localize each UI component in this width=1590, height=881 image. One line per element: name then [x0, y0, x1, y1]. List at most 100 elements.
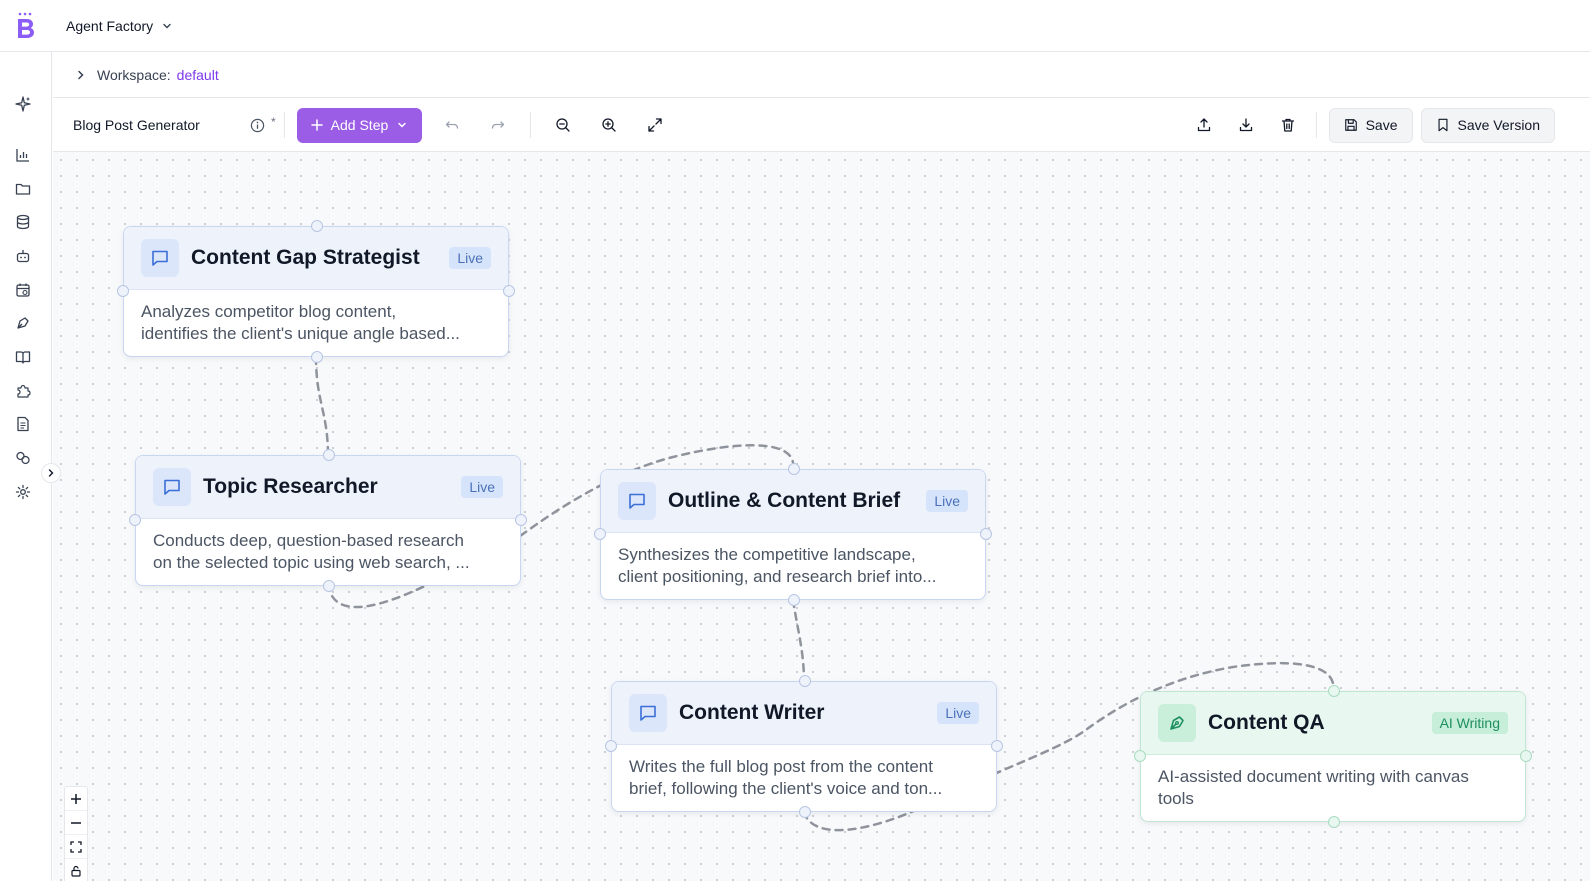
chat-icon: [618, 482, 656, 520]
divider: [1315, 112, 1317, 138]
status-badge: Live: [937, 702, 979, 724]
handle-bottom[interactable]: [323, 580, 335, 592]
handle-bottom[interactable]: [799, 806, 811, 818]
handle-left[interactable]: [1134, 750, 1146, 762]
fit-view-icon[interactable]: [641, 111, 669, 139]
puzzle-icon[interactable]: [14, 382, 32, 400]
node-content-writer[interactable]: Content Writer Live Writes the full blog…: [605, 675, 1003, 818]
type-badge: AI Writing: [1431, 712, 1508, 734]
logo[interactable]: [0, 0, 52, 52]
handle-top[interactable]: [323, 449, 335, 461]
description-line: Conducts deep, question-based research: [153, 531, 464, 550]
sparkles-icon[interactable]: [14, 95, 32, 113]
link-icon[interactable]: [14, 449, 32, 467]
handle-right[interactable]: [991, 740, 1003, 752]
handle-top[interactable]: [311, 220, 323, 232]
save-button[interactable]: Save: [1328, 107, 1413, 143]
node-topic-researcher[interactable]: Topic Researcher Live Conducts deep, que…: [129, 449, 527, 592]
pen-tool-icon[interactable]: [14, 314, 32, 332]
chevron-down-icon: [398, 122, 407, 128]
bot-icon[interactable]: [14, 247, 32, 265]
divider: [530, 112, 532, 138]
book-icon[interactable]: [14, 348, 32, 366]
interactive-toggle-button[interactable]: [65, 859, 87, 881]
save-label: Save: [1365, 117, 1398, 133]
flow-canvas[interactable]: Content Gap Strategist Live Analyzes com…: [53, 152, 1590, 881]
calendar-icon[interactable]: [14, 281, 32, 299]
upload-icon[interactable]: [1190, 111, 1218, 139]
plus-icon: [310, 119, 323, 131]
plus-icon: [71, 793, 81, 804]
flow-name[interactable]: Blog Post Generator: [73, 117, 243, 133]
fit-view-button[interactable]: [65, 835, 87, 859]
workspace-label: Workspace:: [97, 66, 171, 83]
save-version-button[interactable]: Save Version: [1420, 107, 1555, 143]
workspace-link[interactable]: default: [177, 67, 219, 83]
node-header: Content QA AI Writing: [1141, 692, 1525, 755]
handle-bottom[interactable]: [788, 594, 800, 606]
status-badge: Live: [461, 476, 503, 498]
status-badge: Live: [926, 490, 968, 512]
node-title: Outline & Content Brief: [668, 489, 901, 512]
node-description: Conducts deep, question-based research o…: [136, 519, 520, 585]
handle-right[interactable]: [503, 285, 515, 297]
file-text-icon[interactable]: [14, 415, 32, 433]
sidebar-expand-button[interactable]: [41, 463, 61, 483]
handle-top[interactable]: [799, 675, 811, 687]
add-step-button[interactable]: Add Step: [296, 107, 423, 143]
chart-icon[interactable]: [14, 146, 32, 164]
node-header: Topic Researcher Live: [136, 456, 520, 519]
handle-top[interactable]: [788, 463, 800, 475]
database-icon[interactable]: [14, 213, 32, 231]
settings-icon[interactable]: [14, 483, 32, 501]
undo-icon[interactable]: [438, 111, 466, 139]
minus-icon: [71, 821, 81, 824]
handle-left[interactable]: [605, 740, 617, 752]
handle-bottom[interactable]: [1328, 816, 1340, 828]
add-step-label: Add Step: [330, 117, 389, 133]
folder-icon[interactable]: [14, 180, 32, 198]
edge-gap-to-researcher: [314, 355, 330, 458]
download-icon[interactable]: [1232, 111, 1260, 139]
description-line: on the selected topic using web search, …: [153, 553, 470, 572]
chevron-right-icon: [48, 469, 54, 477]
chevron-right-icon[interactable]: [75, 69, 87, 81]
redo-icon[interactable]: [484, 111, 512, 139]
handle-bottom[interactable]: [311, 351, 323, 363]
node-description: Analyzes competitor blog content, identi…: [124, 290, 508, 356]
pen-tool-icon: [1158, 704, 1196, 742]
handle-top[interactable]: [1328, 685, 1340, 697]
node-outline-content-brief[interactable]: Outline & Content Brief Live Synthesizes…: [594, 463, 992, 606]
brand-logo-icon: [18, 12, 34, 38]
zoom-out-button[interactable]: [65, 811, 87, 835]
breadcrumb: Workspace: default: [53, 52, 1590, 98]
node-header: Content Writer Live: [612, 682, 996, 745]
description-line: Synthesizes the competitive landscape,: [618, 545, 916, 564]
node-title: Content QA: [1208, 711, 1325, 734]
zoom-in-button[interactable]: [65, 787, 87, 811]
handle-left[interactable]: [594, 528, 606, 540]
top-bar: Agent Factory: [0, 0, 1590, 52]
node-header: Content Gap Strategist Live: [124, 227, 508, 290]
handle-left[interactable]: [129, 514, 141, 526]
handle-right[interactable]: [515, 514, 527, 526]
zoom-out-icon[interactable]: [549, 111, 577, 139]
description-line: client positioning, and research brief i…: [618, 567, 937, 586]
handle-right[interactable]: [1520, 750, 1532, 762]
app-name: Agent Factory: [66, 17, 154, 34]
zoom-in-icon[interactable]: [595, 111, 623, 139]
handle-right[interactable]: [980, 528, 992, 540]
chevron-down-icon: [163, 23, 171, 28]
trash-icon[interactable]: [1274, 111, 1302, 139]
handle-left[interactable]: [117, 285, 129, 297]
app-selector[interactable]: Agent Factory: [66, 18, 173, 34]
info-icon[interactable]: [243, 111, 271, 139]
node-description: AI-assisted document writing with canvas…: [1141, 755, 1525, 821]
description-line: Writes the full blog post from the conte…: [629, 757, 933, 776]
description-line: AI-assisted document writing with canvas…: [1158, 767, 1469, 808]
node-content-qa[interactable]: Content QA AI Writing AI-assisted docume…: [1134, 685, 1532, 828]
node-content-gap-strategist[interactable]: Content Gap Strategist Live Analyzes com…: [117, 220, 515, 363]
bookmark-icon: [1437, 118, 1448, 132]
status-badge: Live: [449, 247, 491, 269]
node-title: Content Writer: [679, 701, 825, 724]
